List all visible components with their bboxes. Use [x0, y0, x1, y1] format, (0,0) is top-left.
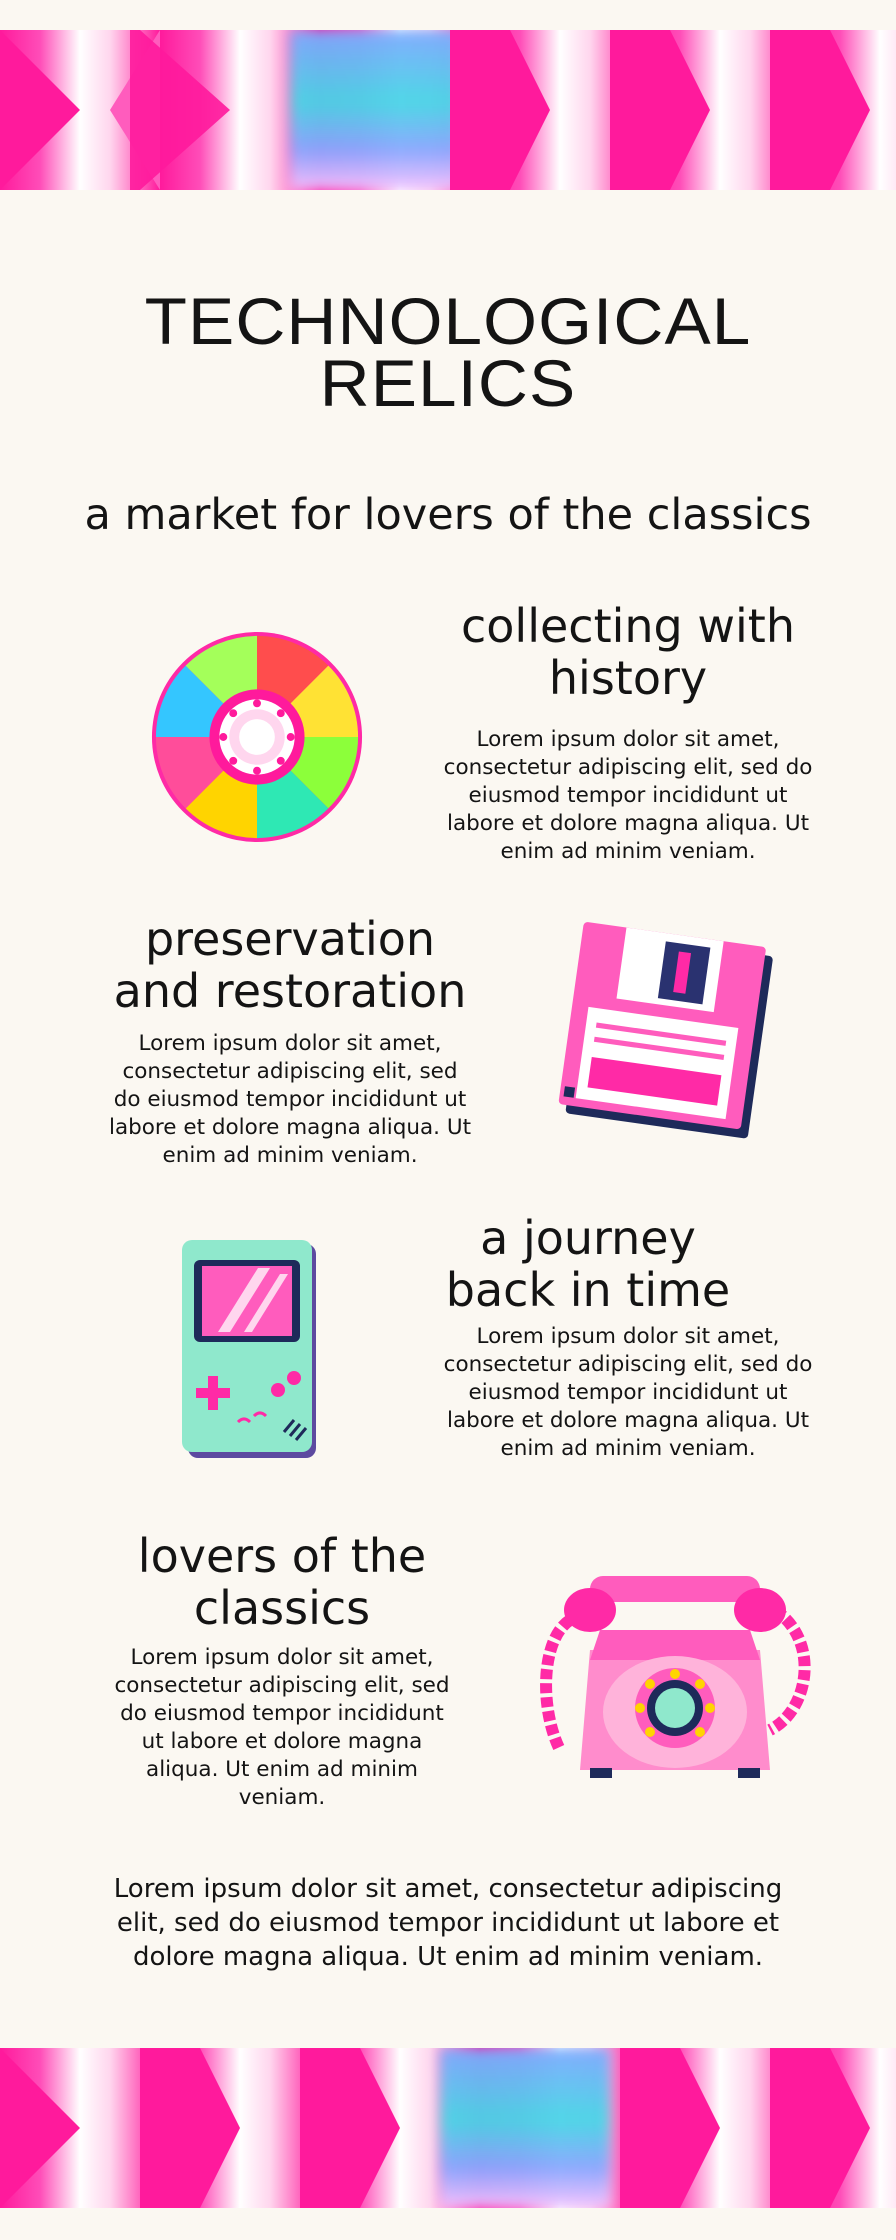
section-2-title: preservation and restoration — [113, 912, 467, 1018]
band-chevron — [0, 2048, 160, 2208]
footer-paragraph: Lorem ipsum dolor sit amet, consectetur … — [113, 1874, 783, 1972]
page-title-line-2: RELICS — [319, 346, 577, 420]
section-2-body: Lorem ipsum dolor sit amet, consectetur … — [108, 1031, 472, 1168]
section-3-body: Lorem ipsum dolor sit amet, consectetur … — [443, 1324, 813, 1461]
page-title: TECHNOLOGICAL RELICS — [0, 284, 896, 420]
band-chevron — [620, 2048, 780, 2208]
page-title-line-1: TECHNOLOGICAL — [144, 284, 752, 358]
compact-disc-icon — [148, 628, 366, 846]
section-1-body: Lorem ipsum dolor sit amet, consectetur … — [443, 727, 813, 864]
rotary-telephone-icon — [530, 1570, 815, 1785]
band-chevron — [140, 2048, 300, 2208]
band-chevron — [770, 30, 896, 190]
section-1-title: collecting with history — [461, 599, 795, 705]
band-chevron — [770, 2048, 896, 2208]
handheld-console-icon — [178, 1236, 328, 1466]
band-chevron — [130, 30, 290, 190]
top-decorative-band — [0, 30, 896, 190]
page-subtitle: a market for lovers of the classics — [84, 490, 812, 540]
section-4-body: Lorem ipsum dolor sit amet, consectetur … — [114, 1645, 450, 1810]
band-chevron — [450, 30, 610, 190]
band-chevron — [610, 30, 770, 190]
floppy-disk-icon — [555, 920, 780, 1145]
section-3-title: a journey back in time — [445, 1211, 731, 1317]
band-chevron — [300, 2048, 460, 2208]
section-4-title: lovers of the classics — [137, 1529, 427, 1635]
bottom-decorative-band — [0, 2048, 896, 2208]
